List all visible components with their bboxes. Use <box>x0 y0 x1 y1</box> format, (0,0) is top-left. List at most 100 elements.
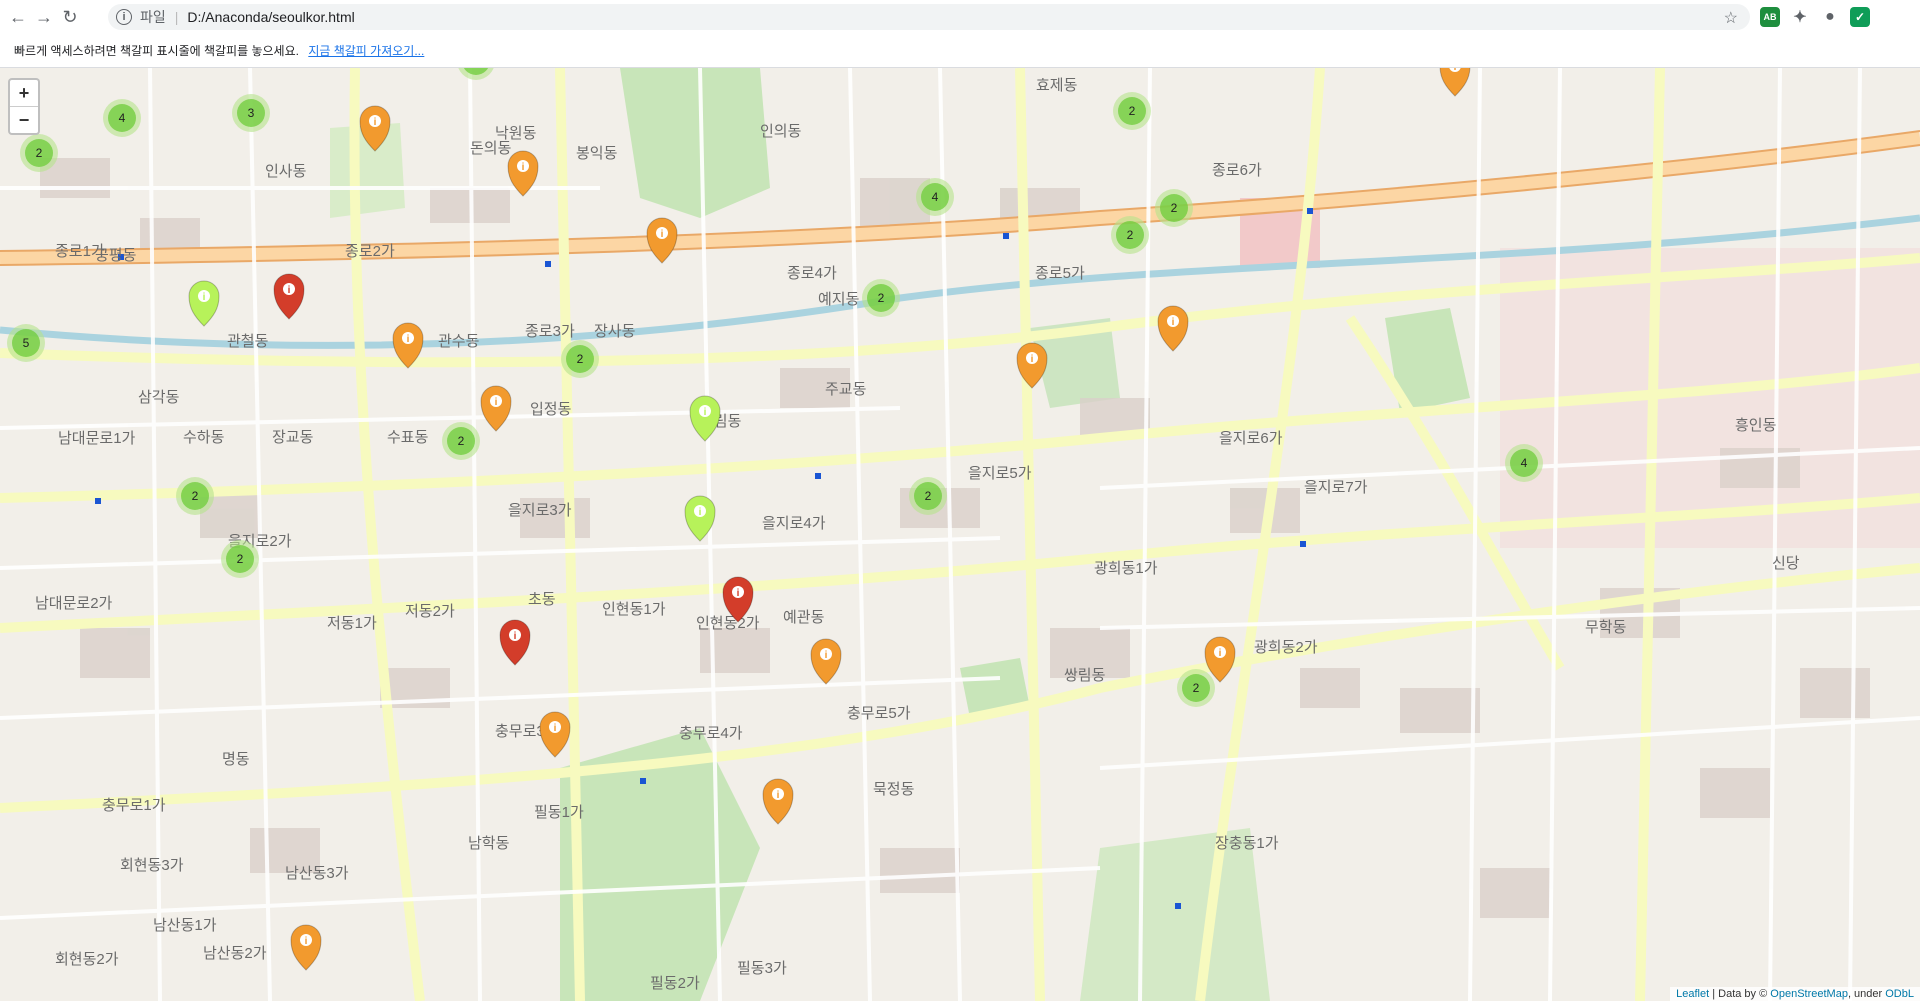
marker-cluster[interactable]: 2 <box>221 540 259 578</box>
marker-cluster[interactable]: 5 <box>7 324 45 362</box>
district-label: 충무로4가 <box>679 725 743 742</box>
district-label: 돈의동 <box>470 140 512 157</box>
district-label: 수표동 <box>387 429 429 446</box>
adblock-extension-icon[interactable]: AB <box>1760 7 1780 27</box>
cluster-count: 2 <box>914 482 942 510</box>
cluster-count: 2 <box>1160 194 1188 222</box>
district-label: 공평동 <box>95 247 137 264</box>
marker-cluster[interactable]: 4 <box>103 99 141 137</box>
osm-link[interactable]: OpenStreetMap <box>1770 988 1848 1000</box>
cluster-count: 4 <box>108 104 136 132</box>
marker-cluster[interactable]: 2 <box>442 422 480 460</box>
extensions-puzzle-icon[interactable]: ✦ <box>1790 7 1810 27</box>
district-label: 봉익동 <box>576 145 618 162</box>
leaflet-link[interactable]: Leaflet <box>1676 988 1709 1000</box>
district-label: 종로5가 <box>1035 265 1085 282</box>
cluster-count: 2 <box>1182 674 1210 702</box>
info-icon[interactable]: i <box>116 9 132 25</box>
district-label: 충무로3가 <box>495 723 559 740</box>
map-tiles: 종로1가 종로2가 종로3가 종로4가 종로5가 종로6가 인사동 공평동 관철… <box>0 68 1920 1001</box>
bookmark-star-icon[interactable]: ☆ <box>1724 8 1738 28</box>
district-label: 입정동 <box>530 401 572 418</box>
district-label: 남대문로1가 <box>58 430 136 447</box>
district-label: 종로6가 <box>1212 162 1262 179</box>
cluster-count: 2 <box>226 545 254 573</box>
zoom-out-button[interactable]: − <box>10 107 38 133</box>
district-label: 남산동2가 <box>203 945 267 962</box>
district-label: 저동2가 <box>405 603 455 620</box>
district-label: 종로2가 <box>345 243 395 260</box>
district-label: 쌍림동 <box>1064 667 1106 684</box>
district-label: 인현동2가 <box>696 615 760 632</box>
park-area <box>620 68 770 218</box>
cluster-count: 2 <box>867 284 895 312</box>
marker-cluster[interactable]: 4 <box>916 178 954 216</box>
map-attribution: Leaflet | Data by © OpenStreetMap, under… <box>1670 987 1920 1001</box>
marker-cluster[interactable]: 2 <box>561 340 599 378</box>
marker-cluster[interactable]: 2 <box>1177 669 1215 707</box>
marker-cluster[interactable]: 2 <box>176 477 214 515</box>
district-label: 필동3가 <box>737 960 787 977</box>
district-label: 신당 <box>1772 555 1800 572</box>
forward-icon[interactable]: → <box>32 5 56 29</box>
cluster-count: 2 <box>566 345 594 373</box>
attribution-text: , under <box>1847 988 1886 1000</box>
profile-icon[interactable]: ● <box>1820 7 1840 27</box>
district-label: 남산동1가 <box>153 917 217 934</box>
district-label: 을지로3가 <box>508 502 572 519</box>
district-label: 산림동 <box>700 413 742 430</box>
district-label: 충무로1가 <box>102 797 166 814</box>
map-view[interactable]: 종로1가 종로2가 종로3가 종로4가 종로5가 종로6가 인사동 공평동 관철… <box>0 68 1920 1001</box>
bookmark-message-text: 빠르게 액세스하려면 책갈피 표시줄에 책갈피를 놓으세요. <box>14 44 299 58</box>
address-bar[interactable]: i 파일 | D:/Anaconda/seoulkor.html ☆ <box>108 4 1750 30</box>
district-label: 장충동1가 <box>1215 835 1279 852</box>
district-label: 낙원동 <box>495 125 537 142</box>
district-label: 을지로4가 <box>762 515 826 532</box>
marker-cluster[interactable]: 2 <box>20 134 58 172</box>
district-label: 광희동2가 <box>1254 639 1318 656</box>
district-label: 명동 <box>222 751 250 768</box>
district-label: 남대문로2가 <box>35 595 113 612</box>
marker-cluster[interactable]: 3 <box>232 94 270 132</box>
district-label: 저동1가 <box>327 615 377 632</box>
district-label: 인현동1가 <box>602 601 666 618</box>
district-label: 장교동 <box>272 429 314 446</box>
zoom-in-button[interactable]: + <box>10 80 38 107</box>
odbl-link[interactable]: ODbL <box>1885 988 1914 1000</box>
cluster-count: 3 <box>237 99 265 127</box>
district-label: 무학동 <box>1585 619 1627 636</box>
district-label: 예관동 <box>783 609 825 626</box>
shield-extension-icon[interactable]: ✓ <box>1850 7 1870 27</box>
district-label: 을지로5가 <box>968 465 1032 482</box>
marker-cluster[interactable]: 2 <box>1111 216 1149 254</box>
district-label: 을지로7가 <box>1304 479 1368 496</box>
marker-cluster[interactable]: 4 <box>1505 444 1543 482</box>
district-label: 충무로5가 <box>847 705 911 722</box>
park-area <box>330 123 405 218</box>
major-roads <box>0 131 1920 265</box>
marker-cluster[interactable]: 2 <box>1113 92 1151 130</box>
district-label: 인의동 <box>760 123 802 140</box>
district-label: 효제동 <box>1036 77 1078 94</box>
district-label: 흥인동 <box>1735 416 1777 434</box>
district-label: 초동 <box>528 591 556 608</box>
marker-cluster[interactable]: 2 <box>862 279 900 317</box>
import-bookmarks-link[interactable]: 지금 책갈피 가져오기... <box>308 44 424 58</box>
cluster-count: 2 <box>25 139 53 167</box>
cluster-count: 2 <box>1118 97 1146 125</box>
cluster-count: 2 <box>447 427 475 455</box>
marker-cluster[interactable]: 2 <box>1155 189 1193 227</box>
district-label: 관수동 <box>438 333 480 350</box>
cluster-count: 4 <box>1510 449 1538 477</box>
district-label: 삼각동 <box>138 389 180 406</box>
district-label: 장사동 <box>594 323 636 340</box>
district-label: 인사동 <box>265 163 307 180</box>
marker-cluster[interactable]: 2 <box>909 477 947 515</box>
district-label: 관철동 <box>227 333 269 350</box>
address-separator: | <box>174 9 179 25</box>
district-label: 묵정동 <box>873 781 915 798</box>
address-url: D:/Anaconda/seoulkor.html <box>187 9 355 25</box>
reload-icon[interactable]: ↻ <box>58 5 82 29</box>
district-label: 남산동3가 <box>285 865 349 882</box>
back-icon[interactable]: ← <box>6 5 30 29</box>
